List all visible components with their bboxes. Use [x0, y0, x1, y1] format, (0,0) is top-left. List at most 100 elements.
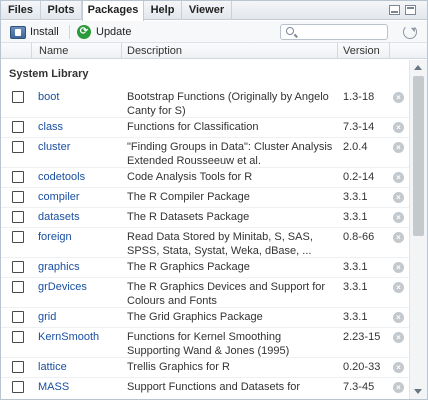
- search-input[interactable]: [299, 26, 383, 38]
- remove-icon[interactable]: ×: [393, 232, 404, 243]
- package-description: Functions for Kernel Smoothing Supportin…: [127, 331, 290, 357]
- remove-icon[interactable]: ×: [393, 92, 404, 103]
- package-description: "Finding Groups in Data": Cluster Analys…: [127, 141, 333, 167]
- package-checkbox[interactable]: [12, 141, 24, 153]
- package-name-link[interactable]: foreign: [38, 230, 72, 244]
- section-title: System Library: [9, 68, 89, 80]
- install-button[interactable]: Install: [10, 24, 59, 40]
- package-checkbox[interactable]: [12, 191, 24, 203]
- package-version: 1.3-18: [343, 91, 375, 103]
- package-row: boot Bootstrap Functions (Originally by A…: [1, 88, 409, 118]
- package-version: 7.3-45: [343, 381, 375, 393]
- remove-icon[interactable]: ×: [393, 282, 404, 293]
- remove-icon[interactable]: ×: [393, 312, 404, 323]
- remove-icon[interactable]: ×: [393, 262, 404, 273]
- package-description: Trellis Graphics for R: [127, 361, 230, 373]
- package-checkbox[interactable]: [12, 231, 24, 243]
- remove-icon[interactable]: ×: [393, 362, 404, 373]
- package-row: foreign Read Data Stored by Minitab, S, S…: [1, 228, 409, 258]
- package-version: 3.3.1: [343, 281, 368, 293]
- package-list: System Library boot Bootstrap Functions (…: [1, 60, 409, 399]
- search-box[interactable]: [280, 24, 388, 40]
- update-label: Update: [96, 26, 132, 38]
- package-description: Code Analysis Tools for R: [127, 171, 253, 183]
- column-description-header[interactable]: Description: [127, 44, 182, 58]
- install-label: Install: [30, 26, 59, 38]
- package-name-link[interactable]: grid: [38, 310, 56, 324]
- remove-icon[interactable]: ×: [393, 332, 404, 343]
- tab-viewer[interactable]: Viewer: [182, 1, 232, 20]
- package-name-link[interactable]: MASS: [38, 380, 69, 394]
- package-version: 7.3-14: [343, 121, 375, 133]
- package-version: 2.0.4: [343, 141, 368, 153]
- package-name-link[interactable]: cluster: [38, 140, 70, 154]
- package-checkbox[interactable]: [12, 121, 24, 133]
- scroll-down-icon[interactable]: [414, 389, 422, 394]
- scrollbar-thumb[interactable]: [413, 76, 424, 236]
- tab-packages[interactable]: Packages: [82, 1, 144, 21]
- remove-icon[interactable]: ×: [393, 172, 404, 183]
- column-divider: [389, 43, 390, 59]
- package-version: 0.8-66: [343, 231, 375, 243]
- package-name-link[interactable]: graphics: [38, 260, 80, 274]
- column-name-header[interactable]: Name: [39, 44, 68, 58]
- package-row: codetools Code Analysis Tools for R 0.2-14…: [1, 168, 409, 188]
- package-version: 3.3.1: [343, 261, 368, 273]
- tab-files[interactable]: Files: [1, 1, 41, 20]
- package-checkbox[interactable]: [12, 91, 24, 103]
- package-checkbox[interactable]: [12, 311, 24, 323]
- toolbar-separator: [69, 25, 70, 39]
- package-name-link[interactable]: datasets: [38, 210, 80, 224]
- tab-help[interactable]: Help: [144, 1, 182, 20]
- package-description: The R Graphics Package: [127, 261, 250, 273]
- remove-icon[interactable]: ×: [393, 382, 404, 393]
- package-row: KernSmooth Functions for Kernel Smoothing…: [1, 328, 409, 358]
- package-checkbox[interactable]: [12, 281, 24, 293]
- package-row: lattice Trellis Graphics for R 0.20-33 ×: [1, 358, 409, 378]
- remove-icon[interactable]: ×: [393, 122, 404, 133]
- package-name-link[interactable]: codetools: [38, 170, 85, 184]
- package-row: graphics The R Graphics Package 3.3.1 ×: [1, 258, 409, 278]
- packages-pane: Files Plots Packages Help Viewer Install…: [0, 0, 428, 400]
- package-version: 3.3.1: [343, 191, 368, 203]
- scroll-up-icon[interactable]: [414, 65, 422, 70]
- search-icon: [286, 27, 294, 35]
- tab-bar: Files Plots Packages Help Viewer: [1, 1, 427, 21]
- package-row: cluster "Finding Groups in Data": Cluster…: [1, 138, 409, 168]
- package-name-link[interactable]: boot: [38, 90, 59, 104]
- package-checkbox[interactable]: [12, 261, 24, 273]
- remove-icon[interactable]: ×: [393, 192, 404, 203]
- package-checkbox[interactable]: [12, 381, 24, 393]
- package-checkbox[interactable]: [12, 211, 24, 223]
- package-name-link[interactable]: class: [38, 120, 63, 134]
- column-divider: [31, 43, 32, 59]
- package-checkbox[interactable]: [12, 361, 24, 373]
- package-description: Functions for Classification: [127, 121, 259, 133]
- package-version: 0.20-33: [343, 361, 381, 373]
- update-icon: ⟳: [77, 25, 91, 39]
- update-button[interactable]: ⟳ Update: [77, 24, 131, 40]
- remove-icon[interactable]: ×: [393, 212, 404, 223]
- package-name-link[interactable]: compiler: [38, 190, 80, 204]
- package-row: compiler The R Compiler Package 3.3.1 ×: [1, 188, 409, 208]
- remove-icon[interactable]: ×: [393, 142, 404, 153]
- package-description: The R Graphics Devices and Support for C…: [127, 281, 326, 307]
- package-row: MASS Support Functions and Datasets for 7.…: [1, 378, 409, 399]
- package-checkbox[interactable]: [12, 171, 24, 183]
- minimize-icon[interactable]: [389, 5, 400, 15]
- maximize-icon[interactable]: [405, 5, 416, 15]
- package-name-link[interactable]: grDevices: [38, 280, 87, 294]
- package-name-link[interactable]: KernSmooth: [38, 330, 99, 344]
- package-version: 2.23-15: [343, 331, 381, 343]
- package-name-link[interactable]: lattice: [38, 360, 67, 374]
- package-row: datasets The R Datasets Package 3.3.1 ×: [1, 208, 409, 228]
- refresh-icon[interactable]: [403, 25, 417, 39]
- column-version-header[interactable]: Version: [343, 44, 380, 58]
- package-row: grDevices The R Graphics Devices and Supp…: [1, 278, 409, 308]
- vertical-scrollbar[interactable]: [409, 60, 427, 399]
- package-checkbox[interactable]: [12, 331, 24, 343]
- tab-plots[interactable]: Plots: [41, 1, 82, 20]
- column-divider: [121, 43, 122, 59]
- package-version: 3.3.1: [343, 311, 368, 323]
- package-row: class Functions for Classification 7.3-14 ×: [1, 118, 409, 138]
